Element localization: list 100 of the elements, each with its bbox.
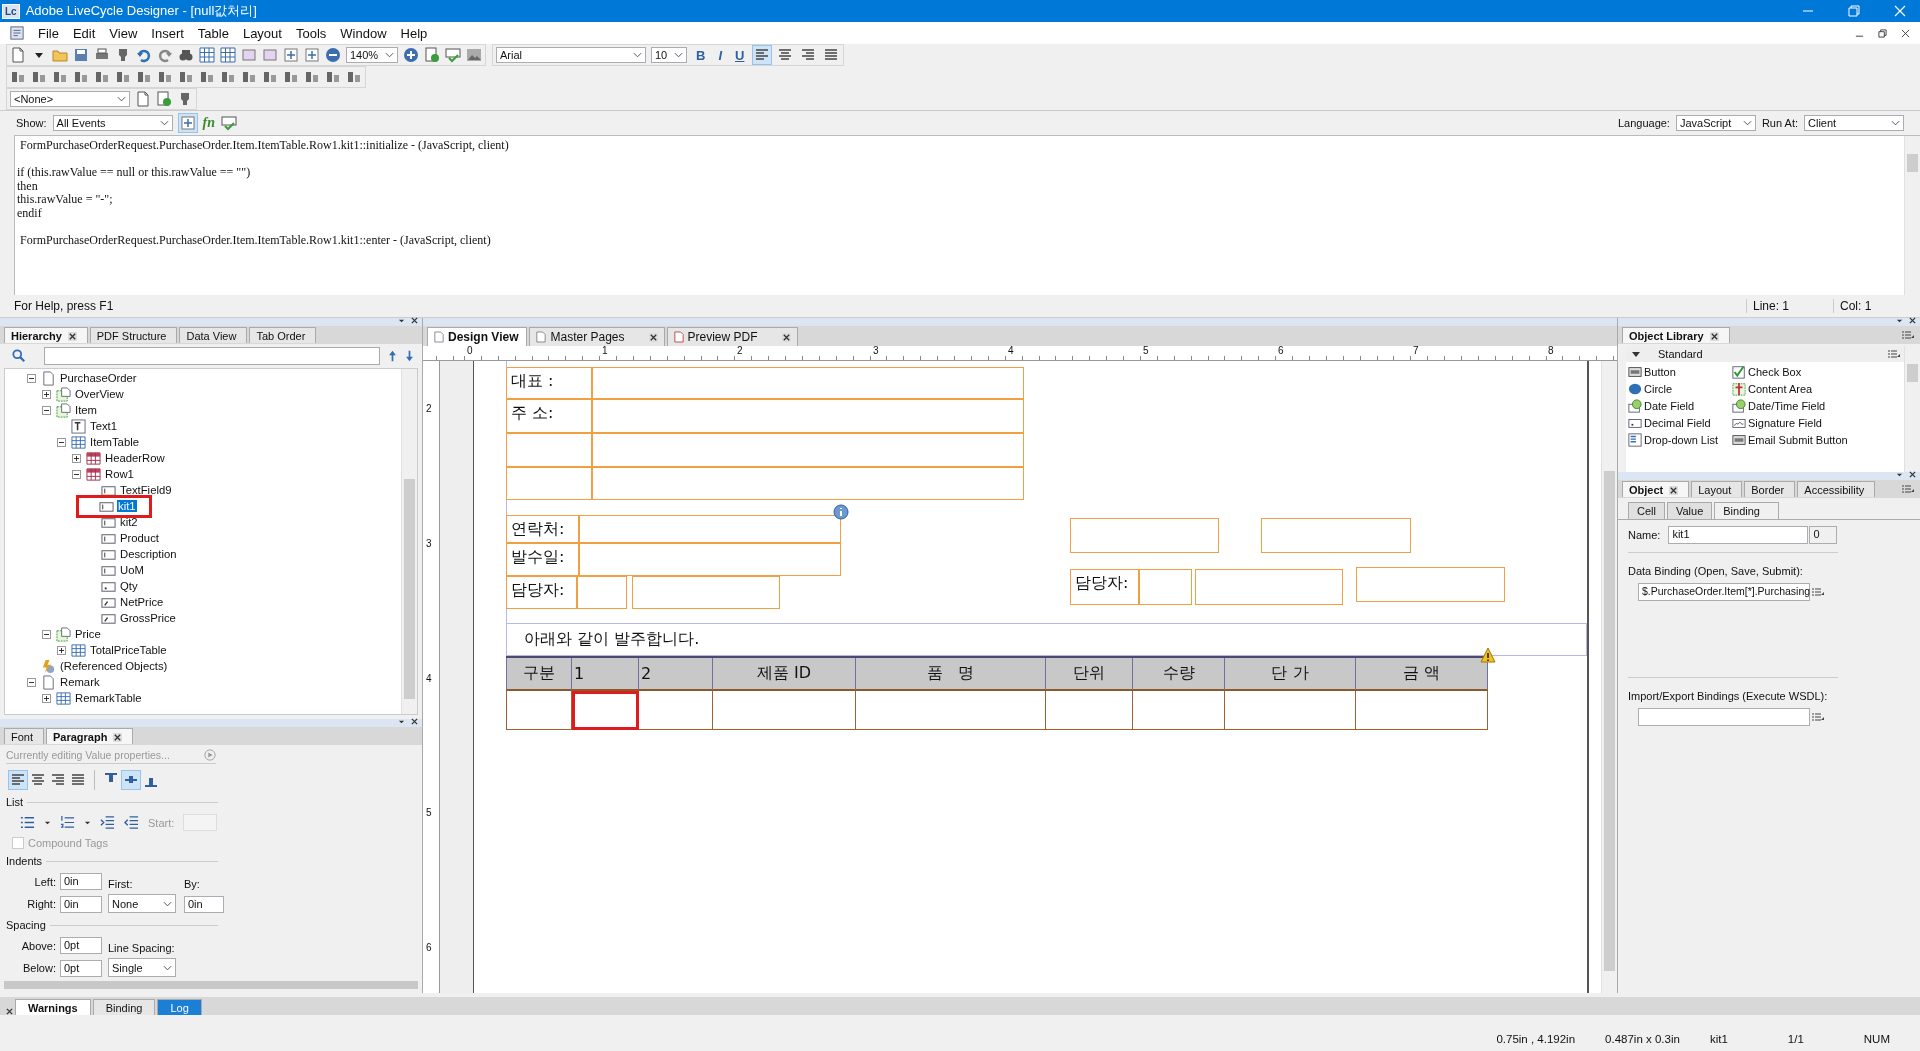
panel-menu-icon[interactable] [1902,485,1914,493]
spell-check-icon[interactable] [445,47,461,63]
sub-tab[interactable]: Binding [1714,502,1779,519]
align-left-icon[interactable] [754,47,771,63]
menu-item[interactable]: Table [197,25,229,41]
panel-tab[interactable]: Paragraph [46,728,134,744]
pane-menu-icon[interactable] [1896,317,1903,324]
grid-icon[interactable] [199,47,215,63]
pane-menu-icon[interactable] [398,718,405,725]
tree-item[interactable]: Text1 [89,420,118,432]
alignment-icon[interactable] [199,69,215,85]
alignment-icon[interactable] [346,69,362,85]
text-field-box[interactable] [1261,518,1411,553]
align-right-icon[interactable] [800,47,817,63]
menu-item[interactable]: Insert [151,25,184,41]
table-header-cell[interactable]: 제품 ID [713,658,856,691]
label-box[interactable]: 주 소: [506,399,592,433]
alignment-icon[interactable] [10,69,26,85]
panel-tab[interactable]: Binding [92,999,156,1015]
bullet-list-icon[interactable] [20,815,35,830]
label-box[interactable]: 담당자: [506,576,577,609]
image-icon[interactable] [466,47,482,63]
chevron-down-icon[interactable] [385,52,394,58]
save-icon[interactable] [73,47,89,63]
sub-tab[interactable]: Cell [1628,502,1665,519]
left-indent-field[interactable]: 0in [60,873,102,890]
alignment-icon[interactable] [73,69,89,85]
data-binding-field[interactable]: $.PurchaseOrder.Item[*].Purchasing [1638,583,1810,601]
table-cell[interactable] [506,691,572,730]
text-field-box[interactable] [592,367,1024,399]
caret-icon[interactable] [44,819,51,826]
library-item[interactable]: Drop-down List [1628,432,1732,447]
alignment-icon[interactable] [325,69,341,85]
library-item[interactable]: Email Submit Button [1732,432,1902,447]
chevron-down-icon[interactable] [159,120,169,126]
tree-item[interactable]: TextField9 [119,484,173,496]
menu-item[interactable]: Help [400,25,428,41]
collapse-icon[interactable] [27,373,36,383]
collapse-icon[interactable] [1632,350,1640,358]
arrow-up-icon[interactable] [388,350,397,362]
close-icon[interactable] [1909,471,1916,478]
panel-tab[interactable]: Warnings [15,999,91,1015]
alignment-icon[interactable] [136,69,152,85]
format-button[interactable]: I [714,47,726,63]
space-above-field[interactable]: 0pt [60,937,102,954]
expand-icon[interactable] [42,693,51,703]
right-indent-field[interactable]: 0in [60,896,102,913]
warning-icon[interactable] [1480,647,1496,663]
library-item[interactable]: Date Field [1628,398,1732,413]
menu-item[interactable]: Edit [72,25,96,41]
tree-item[interactable]: Row1 [104,468,135,480]
scrollbar[interactable] [1904,346,1920,472]
redo-icon[interactable] [157,47,173,63]
panel-tab[interactable]: Hierarchy [4,327,88,343]
text-field-box[interactable] [579,515,841,543]
spell-check-icon[interactable] [221,115,238,131]
library-item[interactable]: Signature Field [1732,415,1902,430]
document-tab[interactable]: Master Pages [529,327,665,346]
group-header[interactable]: Standard [1658,348,1703,360]
alignment-icon[interactable] [262,69,278,85]
panel-tab[interactable]: Object Library [1622,327,1730,343]
text-field-box[interactable] [1070,518,1219,553]
justify-icon[interactable] [823,47,840,63]
menu-item[interactable]: Tools [295,25,327,41]
panel-menu-icon[interactable] [1812,713,1824,721]
label-box[interactable]: 대표 : [506,367,592,399]
events-dropdown[interactable]: All Events [52,115,173,131]
checklist-icon[interactable] [424,47,440,63]
tree-item[interactable]: NetPrice [119,596,165,608]
panel-tab[interactable]: Layout [1691,481,1743,497]
close-icon[interactable] [648,332,658,342]
font-size-dropdown[interactable]: 10 [651,47,687,63]
label-box[interactable]: 연락처: [506,515,579,543]
table-header-cell[interactable]: 단 가 [1225,658,1356,691]
close-icon[interactable] [781,332,791,342]
text-field-box[interactable] [592,399,1024,433]
indent-icon[interactable] [100,815,115,830]
tree-item[interactable]: kit2 [119,516,139,528]
close-icon[interactable] [1909,317,1916,324]
text-field-box[interactable] [1139,569,1192,605]
align-left-icon[interactable] [10,772,26,788]
new-document-icon[interactable] [135,91,151,107]
outdent-icon[interactable] [124,815,139,830]
chevron-down-icon[interactable] [1742,120,1752,126]
table-header-cell[interactable]: 단위 [1046,658,1133,691]
alignment-icon[interactable] [52,69,68,85]
collapse-icon[interactable] [27,677,36,687]
text-field-box[interactable] [632,576,780,609]
search-field[interactable] [44,347,380,365]
name-field[interactable]: kit1 [1668,526,1809,544]
first-line-dropdown[interactable]: None [108,894,176,913]
alignment-icon[interactable] [157,69,173,85]
tree-item[interactable]: Qty [119,580,139,592]
text-field-box[interactable] [592,433,1024,467]
search-icon[interactable] [12,349,26,363]
panel-tab[interactable]: Data View [179,327,248,343]
panel-tab[interactable]: PDF Structure [89,327,178,343]
library-item[interactable]: Check Box [1732,364,1902,379]
collapse-icon[interactable] [42,405,51,415]
scrollbar[interactable] [1904,136,1920,295]
